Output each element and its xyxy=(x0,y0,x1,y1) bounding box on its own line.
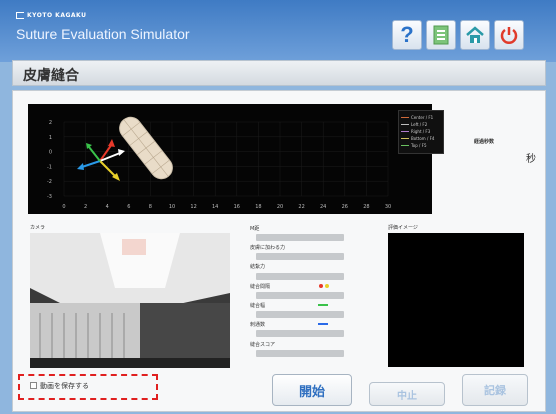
home-icon xyxy=(466,26,484,43)
save-video-label[interactable]: 動画を保存する xyxy=(40,381,89,391)
y-tick-label: 1 xyxy=(49,135,52,141)
metric-label: 皮膚に加わる力 xyxy=(250,245,286,251)
save-video-checkbox[interactable] xyxy=(30,382,37,389)
legend-label: Center / F1 xyxy=(411,115,434,120)
legend-swatch xyxy=(401,144,409,147)
chart-legend: Center / F1 Left / F2 Right / F3 Bottom … xyxy=(398,110,444,154)
width-indicator-icon xyxy=(318,304,328,306)
metric-label: 結紮力 xyxy=(250,264,266,270)
x-tick-label: 14 xyxy=(212,204,218,210)
start-button[interactable]: 開始 xyxy=(272,374,352,406)
x-tick-label: 30 xyxy=(385,204,391,210)
legend-item: Center / F1 xyxy=(401,114,441,121)
metric-bar xyxy=(256,350,344,357)
legend-swatch xyxy=(401,116,409,119)
help-icon: ? xyxy=(400,22,414,47)
elapsed-seconds-label: 経過秒数 xyxy=(474,139,495,145)
metric-label: 縫合スコア xyxy=(250,342,276,348)
skin-pad xyxy=(119,116,173,180)
power-icon xyxy=(500,27,518,44)
x-tick-label: 4 xyxy=(106,204,109,210)
chart-y-ticks: 2 1 0 -1 -2 -3 xyxy=(47,120,52,200)
metric-label: 縫合幅 xyxy=(250,303,266,309)
brand-name: KYOTO KAGAKU xyxy=(27,12,87,19)
legend-label: Right / F3 xyxy=(411,129,431,134)
brand-mark-icon xyxy=(16,12,24,19)
legend-swatch xyxy=(401,130,409,133)
camera-label: カメラ xyxy=(30,225,46,231)
x-tick-label: 0 xyxy=(62,204,65,210)
y-tick-label: -2 xyxy=(47,179,52,185)
x-tick-label: 2 xyxy=(84,204,87,210)
x-tick-label: 22 xyxy=(298,204,304,210)
passes-indicator-icon xyxy=(318,323,328,325)
app-title: Suture Evaluation Simulator xyxy=(16,26,190,42)
chart-grid xyxy=(63,121,389,197)
y-tick-label: 2 xyxy=(49,120,52,126)
record-button[interactable]: 記録 xyxy=(462,374,528,406)
x-tick-label: 24 xyxy=(320,204,326,210)
x-tick-label: 18 xyxy=(255,204,261,210)
orientation-arrows-icon xyxy=(77,139,125,181)
document-icon xyxy=(433,25,449,45)
legend-label: Left / F2 xyxy=(411,122,428,127)
y-tick-label: -3 xyxy=(47,194,52,200)
x-tick-label: 12 xyxy=(190,204,196,210)
legend-item: Left / F2 xyxy=(401,121,441,128)
camera-view xyxy=(30,233,230,368)
chart-x-ticks: 0 2 4 6 8 10 12 14 16 18 20 22 24 26 28 30 xyxy=(62,204,391,210)
camera-feed xyxy=(30,233,230,368)
x-tick-label: 10 xyxy=(169,204,175,210)
trajectory-chart: 0 2 4 6 8 10 12 14 16 18 20 22 24 26 28 30 210-1-2-3 xyxy=(28,104,432,214)
document-button[interactable] xyxy=(426,20,456,50)
y-tick-label: 0 xyxy=(49,150,52,156)
metric-bar xyxy=(256,292,344,299)
metric-bar xyxy=(256,234,344,241)
legend-item: Right / F3 xyxy=(401,128,441,135)
x-tick-label: 20 xyxy=(277,204,283,210)
evaluation-image-label: 評価イメージ xyxy=(388,225,418,231)
x-tick-label: 26 xyxy=(342,204,348,210)
legend-label: Bottom / F4 xyxy=(411,136,435,141)
power-button[interactable] xyxy=(494,20,524,50)
stop-button[interactable]: 中止 xyxy=(369,382,445,406)
metric-bar xyxy=(256,273,344,280)
legend-item: Bottom / F4 xyxy=(401,135,441,142)
brand-logo: KYOTO KAGAKU xyxy=(16,12,86,19)
legend-swatch xyxy=(401,137,409,140)
section-title: 皮膚縫合 xyxy=(23,68,79,84)
legend-label: Top / F5 xyxy=(411,143,427,148)
metric-bar xyxy=(256,330,344,337)
spacing-indicator-icon xyxy=(319,284,329,288)
evaluation-image xyxy=(388,233,524,367)
x-tick-label: 6 xyxy=(127,204,130,210)
metric-bar xyxy=(256,253,344,260)
legend-item: Top / F5 xyxy=(401,142,441,149)
y-tick-label: -1 xyxy=(47,164,52,170)
home-button[interactable] xyxy=(460,20,490,50)
metric-label: 縫合間隔 xyxy=(250,284,271,290)
help-button[interactable]: ? xyxy=(392,20,422,50)
x-tick-label: 8 xyxy=(149,204,152,210)
section-header: 皮膚縫合 xyxy=(12,60,546,86)
x-tick-label: 16 xyxy=(234,204,240,210)
metric-label: 刺通数 xyxy=(250,322,266,328)
elapsed-seconds-unit: 秒 xyxy=(526,154,536,165)
legend-swatch xyxy=(401,123,409,126)
metric-label: M距 xyxy=(250,226,260,232)
x-tick-label: 28 xyxy=(363,204,369,210)
metric-bar xyxy=(256,311,344,318)
